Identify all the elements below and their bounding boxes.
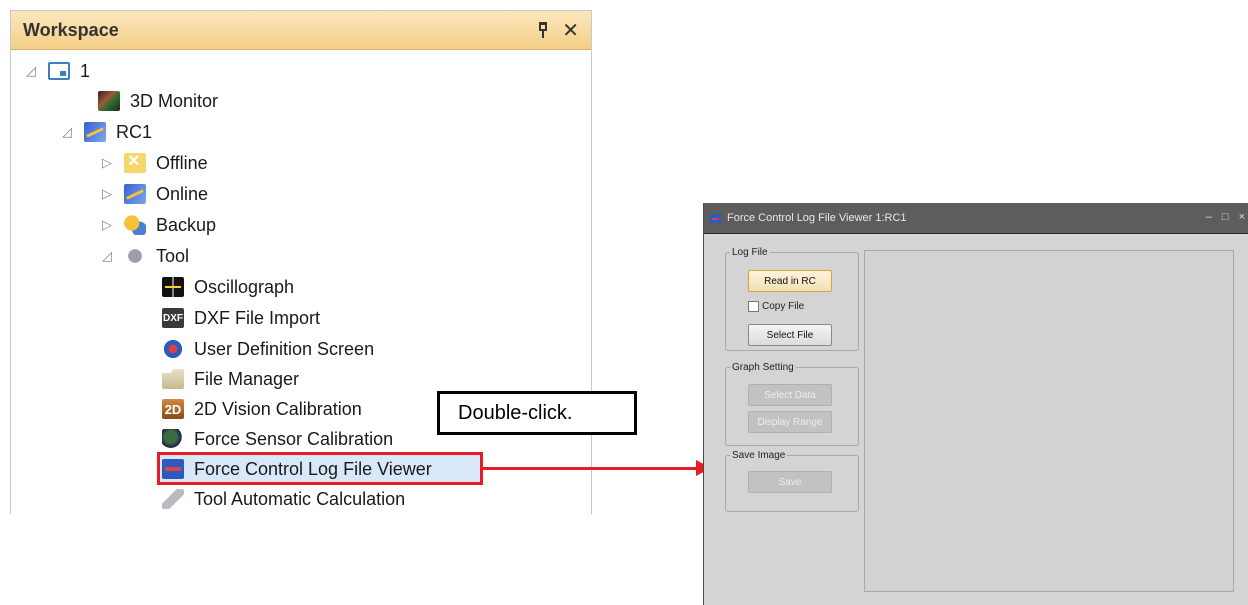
tree-item-force-sensor-calibration[interactable]: Force Sensor Calibration bbox=[162, 426, 393, 452]
tree-item-label: RC1 bbox=[116, 121, 153, 142]
expander-icon[interactable]: ▷ bbox=[100, 217, 114, 233]
expander-icon[interactable]: ◿ bbox=[24, 63, 38, 79]
tree-item-user-definition-screen[interactable]: User Definition Screen bbox=[162, 336, 374, 362]
tree-item-online[interactable]: ▷ Online bbox=[100, 181, 208, 207]
tree-item-project[interactable]: ◿ 1 bbox=[24, 58, 90, 84]
tree-item-2d-vision-calibration[interactable]: 2D 2D Vision Calibration bbox=[162, 396, 362, 422]
copy-file-checkbox[interactable]: Copy File bbox=[748, 301, 804, 312]
viewer-body: Log File Read in RC Copy File Select Fil… bbox=[704, 233, 1248, 605]
select-file-button[interactable]: Select File bbox=[748, 324, 832, 346]
tree-item-label: 2D Vision Calibration bbox=[194, 398, 362, 419]
tree-item-label: User Definition Screen bbox=[194, 338, 375, 359]
workspace-controls: ✕ bbox=[538, 18, 579, 43]
tree-item-label: Force Control Log File Viewer bbox=[194, 458, 432, 479]
online-icon bbox=[124, 184, 146, 204]
expander-icon[interactable]: ▷ bbox=[100, 155, 114, 171]
backup-icon bbox=[124, 215, 146, 235]
tool-icon bbox=[124, 246, 146, 266]
2d-vision-icon: 2D bbox=[162, 399, 184, 419]
copy-file-label: Copy File bbox=[762, 301, 805, 312]
log-viewer-window: Force Control Log File Viewer 1:RC1 – □ … bbox=[703, 203, 1248, 605]
tree-item-tool-automatic-calculation[interactable]: Tool Automatic Calculation bbox=[162, 486, 405, 512]
tree-item-label: 1 bbox=[80, 60, 91, 81]
tree-item-force-control-log-file-viewer[interactable]: Force Control Log File Viewer bbox=[162, 456, 432, 482]
tree-item-label: 3D Monitor bbox=[130, 90, 219, 111]
maximize-icon[interactable]: □ bbox=[1222, 211, 1229, 223]
select-data-button[interactable]: Select Data bbox=[748, 384, 832, 406]
oscillograph-icon bbox=[162, 277, 184, 297]
tree-item-label: File Manager bbox=[194, 368, 300, 389]
expander-icon[interactable]: ◿ bbox=[60, 124, 74, 140]
expander-icon[interactable]: ▷ bbox=[100, 186, 114, 202]
tree-item-label: Offline bbox=[156, 152, 208, 173]
tree-item-label: Tool Automatic Calculation bbox=[194, 488, 406, 509]
tree-item-tool[interactable]: ◿ Tool bbox=[100, 243, 189, 269]
workspace-title: Workspace bbox=[23, 19, 119, 40]
double-click-callout: Double-click. bbox=[437, 391, 637, 435]
tree-item-label: Oscillograph bbox=[194, 276, 295, 297]
window-controls: – □ × bbox=[1206, 211, 1245, 223]
log-viewer-icon bbox=[162, 459, 184, 479]
viewer-title: Force Control Log File Viewer 1:RC1 bbox=[727, 212, 907, 224]
expander-icon[interactable]: ◿ bbox=[100, 248, 114, 264]
tree-item-dxf-file-import[interactable]: DXF DXF File Import bbox=[162, 305, 320, 331]
tree-item-3d-monitor[interactable]: 3D Monitor bbox=[98, 88, 218, 114]
offline-icon bbox=[124, 150, 146, 173]
tree-item-label: Online bbox=[156, 183, 209, 204]
force-sensor-icon bbox=[162, 429, 184, 449]
viewer-titlebar: Force Control Log File Viewer 1:RC1 – □ … bbox=[704, 203, 1248, 233]
tree-item-rc1[interactable]: ◿ RC1 bbox=[60, 119, 152, 145]
save-image-legend: Save Image bbox=[732, 450, 786, 461]
tree-item-label: DXF File Import bbox=[194, 307, 321, 328]
graph-setting-legend: Graph Setting bbox=[732, 362, 794, 373]
graph-area[interactable] bbox=[864, 250, 1234, 592]
folder-icon bbox=[162, 369, 184, 389]
close-icon[interactable]: ✕ bbox=[562, 18, 579, 43]
read-in-rc-button[interactable]: Read in RC bbox=[748, 270, 832, 292]
robot-controller-icon bbox=[84, 122, 106, 142]
project-icon bbox=[48, 62, 70, 80]
arrow-line bbox=[483, 467, 698, 470]
minimize-icon[interactable]: – bbox=[1206, 211, 1212, 223]
tree-item-label: Tool bbox=[156, 245, 190, 266]
tree-item-offline[interactable]: ▷ Offline bbox=[100, 150, 208, 176]
tree-item-backup[interactable]: ▷ Backup bbox=[100, 212, 216, 238]
pencil-icon bbox=[162, 489, 184, 509]
3d-monitor-icon bbox=[98, 91, 120, 111]
dxf-icon: DXF bbox=[162, 308, 184, 328]
checkbox-box[interactable] bbox=[748, 301, 759, 312]
pin-icon[interactable] bbox=[538, 22, 548, 38]
tree-item-file-manager[interactable]: File Manager bbox=[162, 366, 299, 392]
tree-item-label: Backup bbox=[156, 214, 217, 235]
close-icon[interactable]: × bbox=[1239, 211, 1245, 223]
display-range-button[interactable]: Display Range bbox=[748, 411, 832, 433]
tree-item-label: Force Sensor Calibration bbox=[194, 428, 394, 449]
log-viewer-icon bbox=[710, 213, 721, 223]
log-file-legend: Log File bbox=[732, 247, 768, 258]
workspace-header: Workspace ✕ bbox=[11, 11, 591, 50]
tree-item-oscillograph[interactable]: Oscillograph bbox=[162, 274, 294, 300]
save-button[interactable]: Save bbox=[748, 471, 832, 493]
user-definition-icon bbox=[162, 339, 184, 359]
